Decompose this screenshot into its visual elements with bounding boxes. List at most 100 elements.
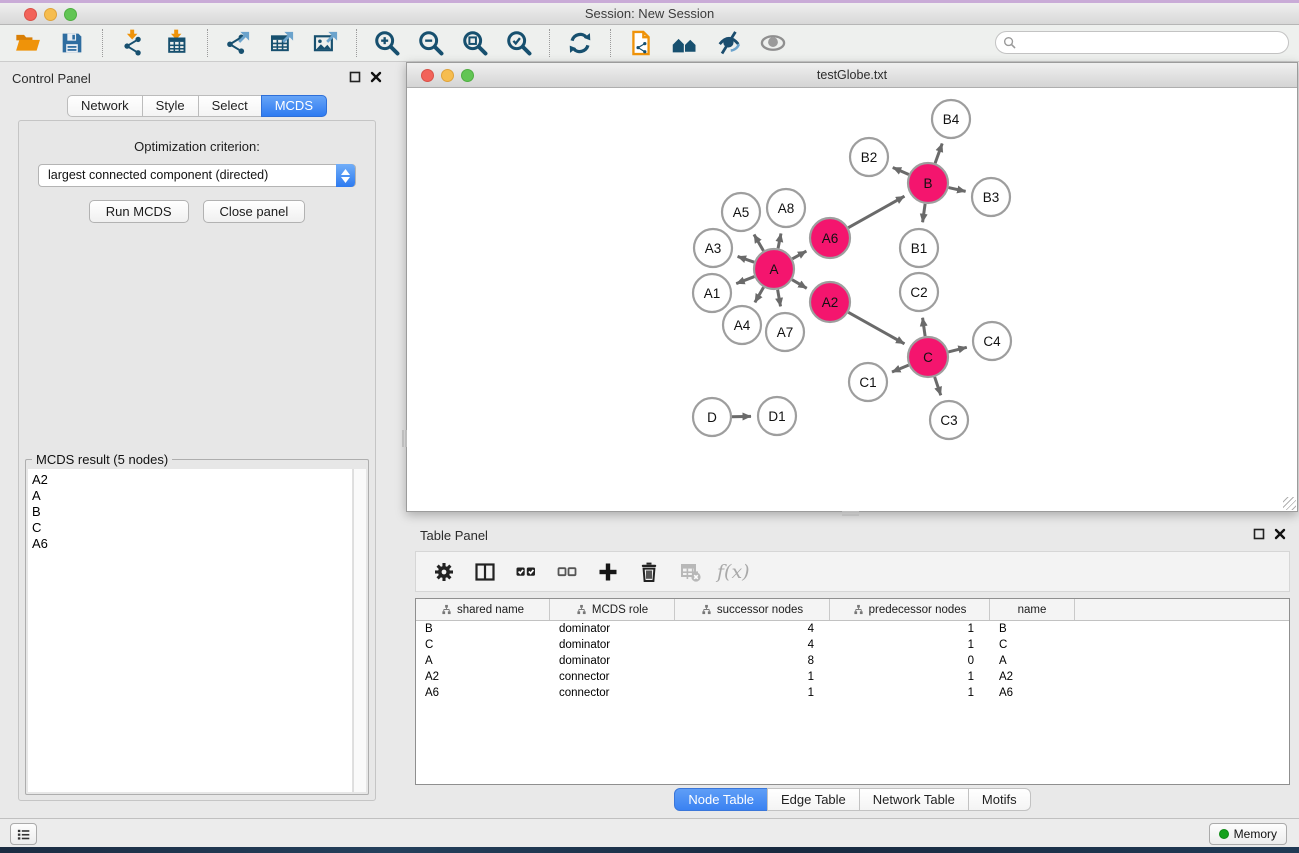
delete-column-icon[interactable] xyxy=(635,558,663,586)
edge-C-C4[interactable] xyxy=(948,347,966,352)
mcds-result-item[interactable]: A6 xyxy=(32,536,352,552)
table-cell[interactable]: A xyxy=(416,653,550,669)
node-B1[interactable]: B1 xyxy=(900,229,938,267)
table-cell[interactable]: 4 xyxy=(675,637,830,653)
node-C4[interactable]: C4 xyxy=(973,322,1011,360)
edge-C-C2[interactable] xyxy=(923,318,926,336)
zoom-out-icon[interactable] xyxy=(413,27,449,59)
network-graph[interactable]: AA1A2A3A4A5A6A7A8BB1B2B3B4CC1C2C3C4DD1 xyxy=(407,88,1297,511)
network-canvas[interactable]: AA1A2A3A4A5A6A7A8BB1B2B3B4CC1C2C3C4DD1 xyxy=(407,88,1297,511)
export-network-icon[interactable] xyxy=(220,27,256,59)
memory-button[interactable]: Memory xyxy=(1209,823,1287,845)
refresh-icon[interactable] xyxy=(562,27,598,59)
show-graphics-details-icon[interactable] xyxy=(755,27,791,59)
node-D[interactable]: D xyxy=(693,398,731,436)
node-B[interactable]: B xyxy=(908,163,948,203)
edge-A-A1[interactable] xyxy=(736,277,754,284)
node-A2[interactable]: A2 xyxy=(810,282,850,322)
table-cell[interactable]: A6 xyxy=(990,685,1075,701)
tab-mcds[interactable]: MCDS xyxy=(261,95,327,117)
node-C3[interactable]: C3 xyxy=(930,401,968,439)
table-cell[interactable]: connector xyxy=(550,685,675,701)
search-input[interactable] xyxy=(1016,36,1288,50)
column-header-shared-name[interactable]: shared name xyxy=(416,599,550,620)
select-all-icon[interactable] xyxy=(512,558,540,586)
mcds-result-item[interactable]: B xyxy=(32,504,352,520)
zoom-fit-icon[interactable] xyxy=(457,27,493,59)
node-A3[interactable]: A3 xyxy=(694,229,732,267)
close-table-panel-icon[interactable] xyxy=(1274,528,1286,540)
edge-B-B1[interactable] xyxy=(923,204,926,222)
node-A8[interactable]: A8 xyxy=(767,189,805,227)
edge-B-B3[interactable] xyxy=(948,188,965,192)
table-cell[interactable]: dominator xyxy=(550,621,675,637)
table-cell[interactable]: B xyxy=(416,621,550,637)
criterion-dropdown[interactable]: largest connected component (directed) xyxy=(38,164,356,187)
import-network-icon[interactable] xyxy=(115,27,151,59)
new-network-from-file-icon[interactable] xyxy=(623,27,659,59)
table-cell[interactable]: A6 xyxy=(416,685,550,701)
node-B4[interactable]: B4 xyxy=(932,100,970,138)
run-mcds-button[interactable]: Run MCDS xyxy=(89,200,189,223)
node-A4[interactable]: A4 xyxy=(723,306,761,344)
node-C[interactable]: C xyxy=(908,337,948,377)
table-cell[interactable]: 1 xyxy=(830,621,990,637)
mcds-result-list[interactable]: A2ABCA6 xyxy=(28,469,353,792)
table-cell[interactable]: 8 xyxy=(675,653,830,669)
tab-motifs[interactable]: Motifs xyxy=(968,788,1031,811)
mcds-result-item[interactable]: A xyxy=(32,488,352,504)
result-list-scrollbar[interactable] xyxy=(353,469,366,792)
tab-select[interactable]: Select xyxy=(198,95,262,117)
edge-C-C1[interactable] xyxy=(892,365,909,372)
table-cell[interactable]: C xyxy=(990,637,1075,653)
table-row[interactable]: A2connector11A2 xyxy=(416,669,1289,685)
node-D1[interactable]: D1 xyxy=(758,397,796,435)
edge-A6-B[interactable] xyxy=(848,196,904,228)
table-cell[interactable]: B xyxy=(990,621,1075,637)
table-cell[interactable]: dominator xyxy=(550,637,675,653)
table-row[interactable]: Adominator80A xyxy=(416,653,1289,669)
import-table-icon[interactable] xyxy=(159,27,195,59)
column-header-successor-nodes[interactable]: successor nodes xyxy=(675,599,830,620)
table-cell[interactable]: 1 xyxy=(830,669,990,685)
column-header-MCDS-role[interactable]: MCDS role xyxy=(550,599,675,620)
tab-network-table[interactable]: Network Table xyxy=(859,788,969,811)
table-cell[interactable]: C xyxy=(416,637,550,653)
tab-style[interactable]: Style xyxy=(142,95,199,117)
edge-B-B2[interactable] xyxy=(893,167,909,174)
table-cell[interactable]: 1 xyxy=(675,669,830,685)
node-table[interactable]: shared nameMCDS rolesuccessor nodesprede… xyxy=(415,598,1290,785)
save-session-icon[interactable] xyxy=(54,27,90,59)
node-B2[interactable]: B2 xyxy=(850,138,888,176)
table-row[interactable]: Bdominator41B xyxy=(416,621,1289,637)
node-A5[interactable]: A5 xyxy=(722,193,760,231)
node-A1[interactable]: A1 xyxy=(693,274,731,312)
export-image-icon[interactable] xyxy=(308,27,344,59)
network-window-titlebar[interactable]: testGlobe.txt xyxy=(407,63,1297,88)
edge-A-A3[interactable] xyxy=(738,256,755,262)
horizontal-splitter-handle[interactable] xyxy=(842,511,859,516)
table-cell[interactable]: 1 xyxy=(675,685,830,701)
table-row[interactable]: Cdominator41C xyxy=(416,637,1289,653)
table-cell[interactable]: A2 xyxy=(990,669,1075,685)
table-row[interactable]: A6connector11A6 xyxy=(416,685,1289,701)
delete-table-icon[interactable] xyxy=(676,558,704,586)
edge-A-A2[interactable] xyxy=(792,280,807,289)
close-panel-button[interactable]: Close panel xyxy=(203,200,306,223)
add-column-icon[interactable] xyxy=(594,558,622,586)
mcds-result-item[interactable]: A2 xyxy=(32,472,352,488)
tab-edge-table[interactable]: Edge Table xyxy=(767,788,860,811)
node-C1[interactable]: C1 xyxy=(849,363,887,401)
table-cell[interactable]: 1 xyxy=(830,637,990,653)
node-A7[interactable]: A7 xyxy=(766,313,804,351)
node-A6[interactable]: A6 xyxy=(810,218,850,258)
float-panel-icon[interactable] xyxy=(349,71,361,83)
task-history-button[interactable] xyxy=(10,823,37,845)
table-cell[interactable]: connector xyxy=(550,669,675,685)
column-header-predecessor-nodes[interactable]: predecessor nodes xyxy=(830,599,990,620)
tab-node-table[interactable]: Node Table xyxy=(674,788,768,811)
search-field[interactable] xyxy=(995,31,1289,54)
float-table-panel-icon[interactable] xyxy=(1253,528,1265,540)
column-header-name[interactable]: name xyxy=(990,599,1075,620)
zoom-in-icon[interactable] xyxy=(369,27,405,59)
